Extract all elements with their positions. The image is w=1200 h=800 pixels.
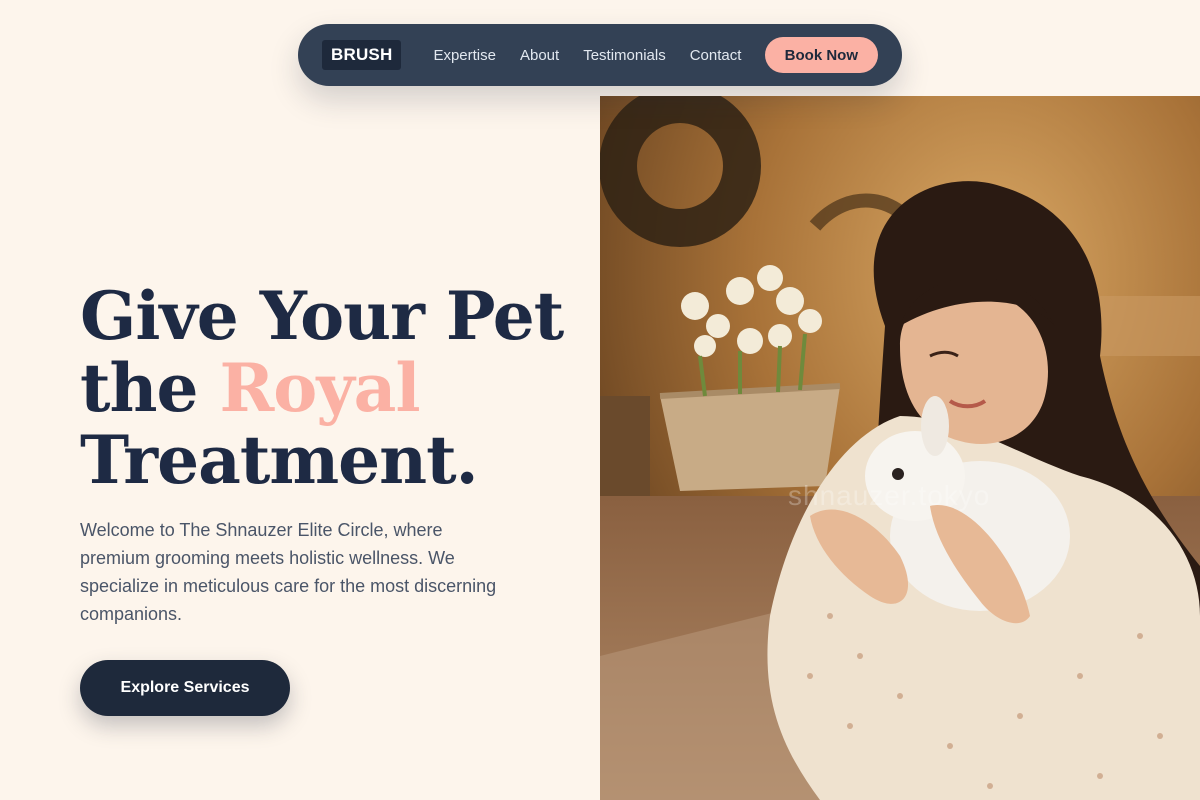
hero-title-line1: Give Your Pet xyxy=(80,277,564,355)
book-now-button[interactable]: Book Now xyxy=(764,37,878,73)
nav-links: Expertise About Testimonials Contact xyxy=(433,47,741,64)
hero-title-accent: Royal xyxy=(219,349,420,427)
explore-services-button[interactable]: Explore Services xyxy=(80,660,290,716)
nav-link-testimonials[interactable]: Testimonials xyxy=(583,47,666,64)
brand-logo[interactable]: BRUSH xyxy=(322,40,402,70)
nav-link-contact[interactable]: Contact xyxy=(690,47,742,64)
nav-link-expertise[interactable]: Expertise xyxy=(433,47,496,64)
hero-image: shnauzer.tokyo xyxy=(600,96,1200,800)
image-watermark: shnauzer.tokyo xyxy=(788,480,991,511)
hero-title-the: the xyxy=(80,349,198,427)
hero-image-illustration xyxy=(600,96,1200,800)
hero-title: Give Your Pet the Royal Treatment. xyxy=(80,280,580,496)
hero-description: Welcome to The Shnauzer Elite Circle, wh… xyxy=(80,520,497,624)
hero-title-line3: Treatment. xyxy=(80,421,479,499)
navbar: BRUSH Expertise About Testimonials Conta… xyxy=(298,24,902,86)
nav-link-about[interactable]: About xyxy=(520,47,559,64)
